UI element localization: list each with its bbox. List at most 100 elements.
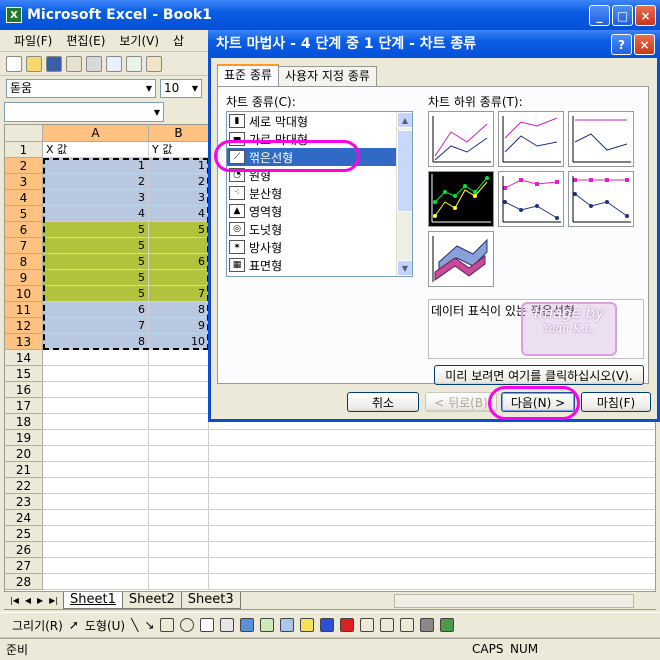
cell-empty[interactable] <box>209 494 655 510</box>
menu-insert[interactable]: 삽 <box>173 32 184 49</box>
chevron-down-icon[interactable]: ▼ <box>143 80 155 97</box>
scroll-up-icon[interactable]: ▲ <box>397 112 412 128</box>
cell-a[interactable] <box>43 558 149 574</box>
menu-file[interactable]: 파일(F) <box>14 32 52 49</box>
font-size-select[interactable]: 10 ▼ <box>160 78 202 98</box>
cell-b[interactable]: Y 값 <box>149 142 209 158</box>
row-header[interactable]: 27 <box>5 558 43 574</box>
subtype-100-stacked-markers[interactable] <box>568 171 634 227</box>
row-header[interactable]: 24 <box>5 510 43 526</box>
cell-a[interactable] <box>43 398 149 414</box>
close-button[interactable]: × <box>635 5 656 26</box>
cell-a[interactable]: 2 <box>43 174 149 190</box>
cell-a[interactable] <box>43 494 149 510</box>
chart-type-item[interactable]: ▲ 영역형 <box>227 202 412 220</box>
cell-a[interactable] <box>43 574 149 590</box>
subtype-100-stacked-line[interactable] <box>568 111 634 167</box>
cell-b[interactable]: 8 <box>149 302 209 318</box>
cell-b[interactable]: 5 <box>149 222 209 238</box>
row-header[interactable]: 18 <box>5 414 43 430</box>
wordart-icon[interactable] <box>220 618 235 632</box>
chevron-down-icon[interactable]: ▼ <box>189 80 201 97</box>
scroll-down-icon[interactable]: ▼ <box>397 260 412 276</box>
minimize-button[interactable]: _ <box>589 5 610 26</box>
cell-a[interactable]: 1 <box>43 158 149 174</box>
horizontal-scrollbar[interactable] <box>394 594 634 608</box>
cell-b[interactable]: 2 <box>149 174 209 190</box>
picture-icon[interactable] <box>280 618 295 632</box>
cell-a[interactable]: 8 <box>43 334 149 350</box>
chevron-down-icon[interactable]: ▼ <box>151 103 163 121</box>
scroll-thumb[interactable] <box>397 130 412 212</box>
arrow-icon[interactable]: ↘ <box>144 618 154 632</box>
help-button[interactable]: ? <box>611 34 632 55</box>
cell-a[interactable] <box>43 478 149 494</box>
draw-menu[interactable]: 그리기(R) <box>12 617 63 634</box>
cell-b[interactable] <box>149 494 209 510</box>
subtype-3d-line[interactable] <box>428 231 494 287</box>
row-header[interactable]: 16 <box>5 382 43 398</box>
cell-a[interactable] <box>43 350 149 366</box>
row-header[interactable]: 20 <box>5 446 43 462</box>
cell-a[interactable] <box>43 446 149 462</box>
cell-empty[interactable] <box>209 558 655 574</box>
next-sheet-icon[interactable]: ▶ <box>37 596 43 605</box>
chart-type-item[interactable]: ▮ 세로 막대형 <box>227 112 412 130</box>
font-color-icon[interactable] <box>340 618 355 632</box>
cancel-button[interactable]: 취소 <box>347 392 419 412</box>
cell-a[interactable] <box>43 366 149 382</box>
cell-empty[interactable] <box>209 430 655 446</box>
column-header-a[interactable]: A <box>43 125 149 142</box>
row-header[interactable]: 1 <box>5 142 43 158</box>
tab-sheet1[interactable]: Sheet1 <box>63 592 123 609</box>
cell-a[interactable]: 6 <box>43 302 149 318</box>
cell-empty[interactable] <box>209 462 655 478</box>
oval-icon[interactable] <box>180 618 195 632</box>
row-header[interactable]: 9 <box>5 270 43 286</box>
dash-style-icon[interactable] <box>380 618 395 632</box>
cell-a[interactable]: 7 <box>43 318 149 334</box>
row-header[interactable]: 25 <box>5 526 43 542</box>
cell-a[interactable] <box>43 510 149 526</box>
subtype-line-with-markers[interactable] <box>428 171 494 227</box>
save-icon[interactable] <box>46 55 62 72</box>
row-header[interactable]: 6 <box>5 222 43 238</box>
row-header[interactable]: 12 <box>5 318 43 334</box>
cell-b[interactable] <box>149 574 209 590</box>
diagram-icon[interactable] <box>240 618 255 632</box>
cell-b[interactable]: 7 <box>149 286 209 302</box>
row-header[interactable]: 23 <box>5 494 43 510</box>
back-button[interactable]: < 뒤로(B) <box>425 392 497 412</box>
3d-icon[interactable] <box>440 618 455 632</box>
row-header[interactable]: 7 <box>5 238 43 254</box>
cell-b[interactable] <box>149 478 209 494</box>
row-header[interactable]: 5 <box>5 206 43 222</box>
prev-sheet-icon[interactable]: ◀ <box>25 596 31 605</box>
tab-sheet2[interactable]: Sheet2 <box>121 592 182 609</box>
open-icon[interactable] <box>26 55 42 72</box>
cell-empty[interactable] <box>209 478 655 494</box>
chart-type-item[interactable]: ✶ 방사형 <box>227 238 412 256</box>
cell-a[interactable] <box>43 542 149 558</box>
tab-sheet3[interactable]: Sheet3 <box>180 592 241 609</box>
print-icon[interactable] <box>86 55 102 72</box>
cell-empty[interactable] <box>209 526 655 542</box>
menu-view[interactable]: 보기(V) <box>119 32 159 49</box>
cell-b[interactable] <box>149 366 209 382</box>
row-header[interactable]: 10 <box>5 286 43 302</box>
cell-b[interactable] <box>149 542 209 558</box>
cell-b[interactable]: 1 <box>149 158 209 174</box>
row-header[interactable]: 26 <box>5 542 43 558</box>
cell-b[interactable] <box>149 398 209 414</box>
cell-b[interactable] <box>149 558 209 574</box>
maximize-button[interactable]: □ <box>612 5 633 26</box>
cell-empty[interactable] <box>209 446 655 462</box>
cell-b[interactable] <box>149 430 209 446</box>
cell-b[interactable] <box>149 350 209 366</box>
cell-empty[interactable] <box>209 542 655 558</box>
chart-type-list[interactable]: ▲ ▼ ▮ 세로 막대형 ▬ 가로 막대형 ⟋ 꺾은선형 ◔ 원형 ⁖ 분산형 ▲ 영역형 ◎ 도넛형 ✶ 방… <box>226 111 413 277</box>
cell-a[interactable]: X 값 <box>43 142 149 158</box>
font-select[interactable]: 돋움 ▼ <box>6 78 156 98</box>
menu-edit[interactable]: 편집(E) <box>66 32 105 49</box>
line-style-icon[interactable] <box>360 618 375 632</box>
